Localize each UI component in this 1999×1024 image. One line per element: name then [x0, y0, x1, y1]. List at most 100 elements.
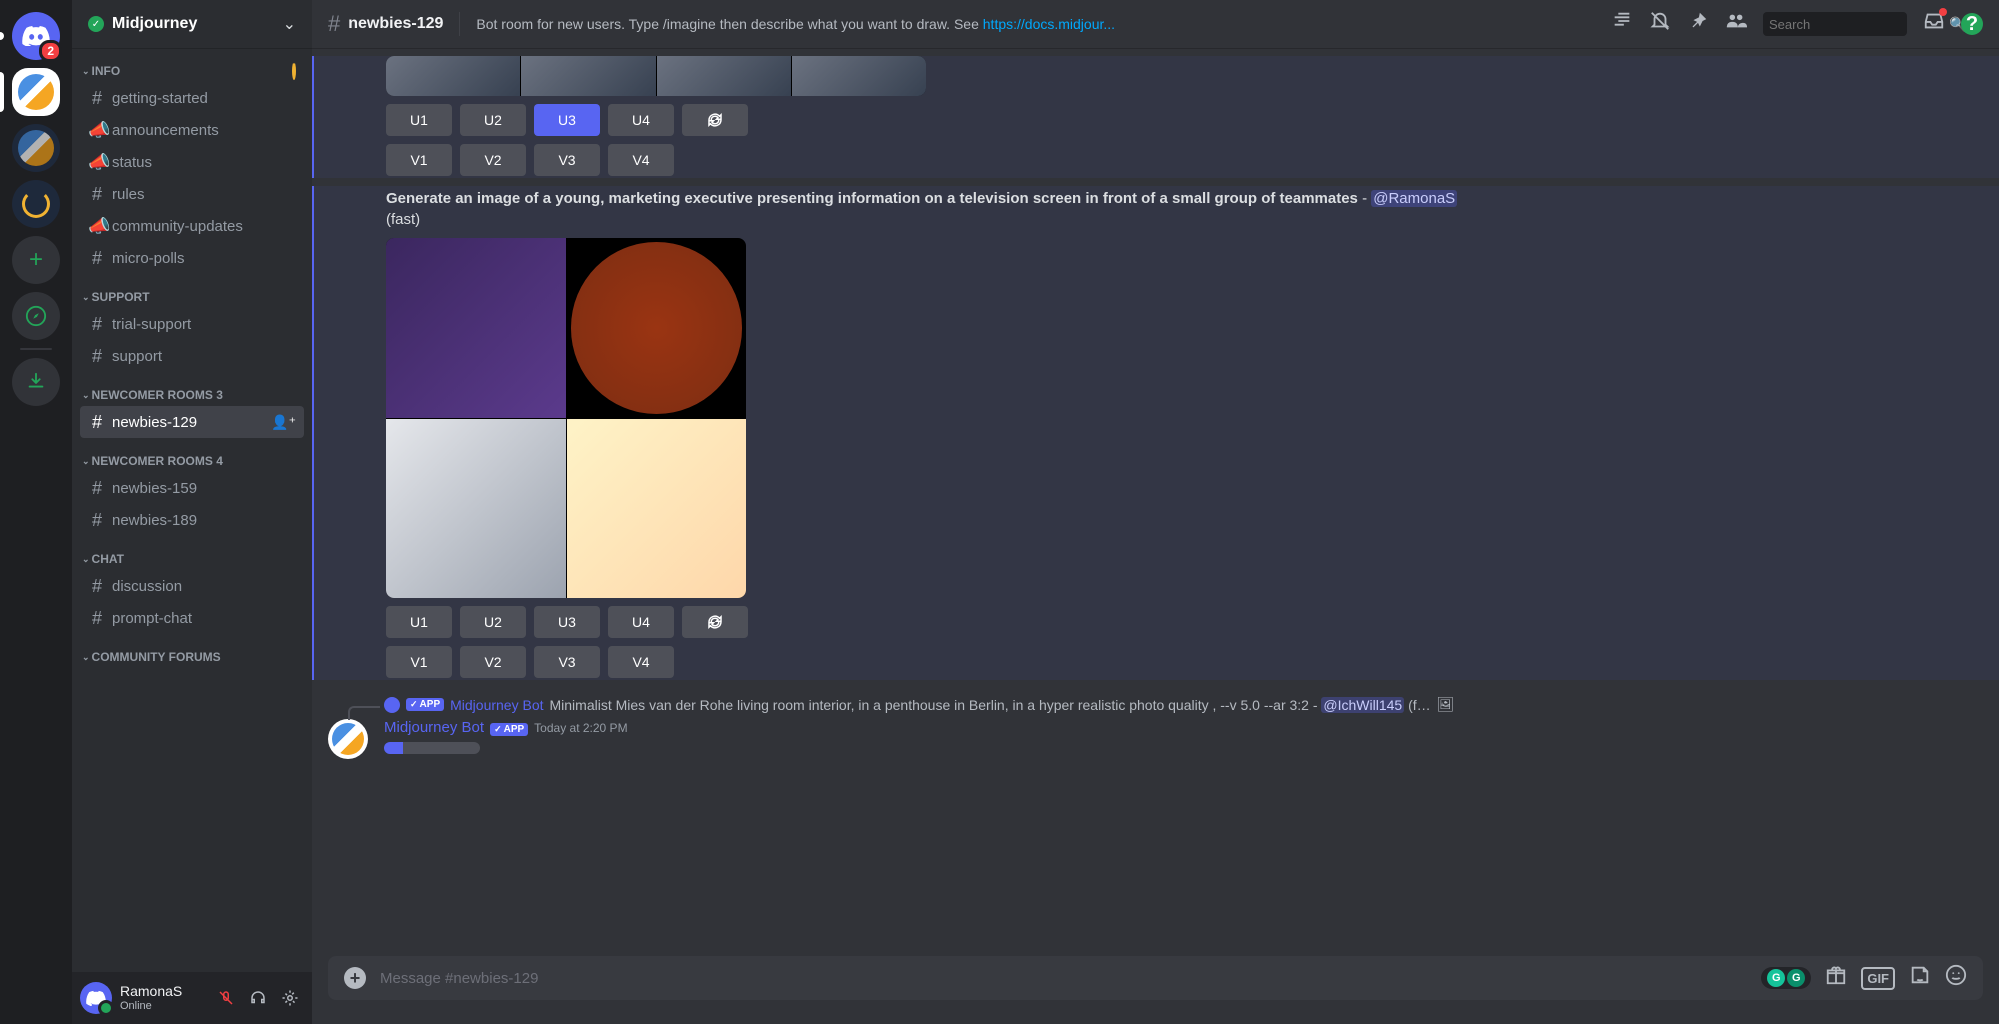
server-header[interactable]: ✓ Midjourney ⌄	[72, 0, 312, 48]
mention-ramonas[interactable]: @RamonaS	[1371, 190, 1457, 207]
user-settings-button[interactable]	[276, 984, 304, 1012]
v4-button[interactable]: V4	[608, 646, 674, 678]
generated-image-strip[interactable]	[386, 56, 926, 96]
channel-topic[interactable]: Bot room for new users. Type /imagine th…	[476, 16, 1603, 32]
v3-button[interactable]: V3	[534, 646, 600, 678]
channel-newbies-159[interactable]: #newbies-159	[80, 472, 304, 504]
gift-button[interactable]	[1825, 964, 1847, 992]
deafen-button[interactable]	[244, 984, 272, 1012]
topic-link[interactable]: https://docs.midjour...	[983, 16, 1115, 32]
server-other-2[interactable]	[12, 180, 60, 228]
user-avatar[interactable]	[80, 982, 112, 1014]
bot-avatar[interactable]	[328, 719, 368, 759]
channel-label: rules	[112, 186, 145, 203]
channel-announcements[interactable]: 📣announcements	[80, 114, 304, 146]
compass-icon	[25, 305, 47, 327]
bell-muted-icon	[1649, 10, 1671, 32]
reroll-button[interactable]	[682, 104, 748, 136]
channel-support[interactable]: #support	[80, 340, 304, 372]
channel-community-updates[interactable]: 📣community-updates	[80, 210, 304, 242]
category-newcomer-4[interactable]: ⌄NEWCOMER ROOMS 4	[80, 438, 304, 472]
gen-image-1[interactable]	[386, 238, 566, 418]
channel-trial-support[interactable]: #trial-support	[80, 308, 304, 340]
hash-lock-icon: #	[88, 510, 106, 531]
reroll-button[interactable]	[682, 606, 748, 638]
emoji-button[interactable]	[1945, 964, 1967, 992]
channel-status[interactable]: 📣status	[80, 146, 304, 178]
gif-button[interactable]: GIF	[1861, 967, 1895, 990]
category-newcomer-3[interactable]: ⌄NEWCOMER ROOMS 3	[80, 372, 304, 406]
v4-button[interactable]: V4	[608, 144, 674, 176]
image-attachment-icon: 🖼	[1437, 696, 1455, 713]
mute-button[interactable]	[212, 984, 240, 1012]
threads-button[interactable]	[1611, 10, 1633, 38]
search-box[interactable]: 🔍	[1763, 12, 1907, 36]
hash-lock-icon: #	[328, 11, 340, 37]
members-button[interactable]	[1725, 10, 1747, 38]
server-other-1[interactable]	[12, 124, 60, 172]
channel-label: discussion	[112, 578, 182, 595]
grammarly-dot-icon: G	[1787, 969, 1805, 987]
generated-image-grid[interactable]	[386, 238, 746, 598]
v2-button[interactable]: V2	[460, 144, 526, 176]
channel-label: prompt-chat	[112, 610, 192, 627]
channel-prompt-chat[interactable]: # prompt-chat	[80, 602, 304, 634]
gen-image-2[interactable]	[571, 242, 743, 414]
user-controls	[212, 984, 304, 1012]
category-community-forums[interactable]: ⌄COMMUNITY FORUMS	[80, 634, 304, 668]
v2-button[interactable]: V2	[460, 646, 526, 678]
help-button[interactable]: ?	[1961, 13, 1983, 35]
server-midjourney[interactable]	[12, 68, 60, 116]
u3-button[interactable]: U3	[534, 606, 600, 638]
category-info[interactable]: ⌄INFO	[80, 48, 304, 82]
message-author[interactable]: Midjourney Bot	[384, 719, 484, 736]
attach-button[interactable]: +	[344, 967, 366, 989]
hash-icon: #	[88, 88, 106, 109]
pinned-button[interactable]	[1687, 10, 1709, 38]
channel-newbies-129[interactable]: #newbies-129👤⁺	[80, 406, 304, 438]
inbox-button[interactable]	[1923, 10, 1945, 38]
topic-text: Bot room for new users. Type /imagine th…	[476, 16, 982, 32]
reply-author[interactable]: Midjourney Bot	[450, 697, 543, 713]
user-info[interactable]: RamonaS Online	[120, 984, 204, 1011]
u3-button[interactable]: U3	[534, 104, 600, 136]
v3-button[interactable]: V3	[534, 144, 600, 176]
midjourney-boat-icon	[18, 74, 54, 110]
channel-micro-polls[interactable]: #micro-polls	[80, 242, 304, 274]
gen-image-4[interactable]	[567, 419, 747, 599]
channel-getting-started[interactable]: #getting-started	[80, 82, 304, 114]
channel-list[interactable]: ⌄INFO #getting-started 📣announcements 📣s…	[72, 48, 312, 972]
refresh-icon	[706, 111, 724, 129]
u1-button[interactable]: U1	[386, 104, 452, 136]
channel-discussion[interactable]: #discussion	[80, 570, 304, 602]
v1-button[interactable]: V1	[386, 646, 452, 678]
channel-label: newbies-159	[112, 480, 197, 497]
category-label: NEWCOMER ROOMS 4	[92, 454, 223, 468]
u1-button[interactable]: U1	[386, 606, 452, 638]
channel-newbies-189[interactable]: #newbies-189	[80, 504, 304, 536]
channel-rules[interactable]: #rules	[80, 178, 304, 210]
grammarly-widget[interactable]: G G	[1761, 967, 1811, 989]
messages-scroll[interactable]: U1 U2 U3 U4 V1 V2 V3 V4 Generate an imag…	[312, 48, 1999, 956]
message-input[interactable]	[380, 970, 1747, 987]
v1-button[interactable]: V1	[386, 144, 452, 176]
dm-home-button[interactable]: 2	[12, 12, 60, 60]
u2-button[interactable]: U2	[460, 606, 526, 638]
category-support[interactable]: ⌄SUPPORT	[80, 274, 304, 308]
category-chat[interactable]: ⌄CHAT	[80, 536, 304, 570]
explore-servers-button[interactable]	[12, 292, 60, 340]
download-apps-button[interactable]	[12, 358, 60, 406]
add-server-button[interactable]: +	[12, 236, 60, 284]
gen-image-3[interactable]	[386, 419, 566, 599]
mention-ichwill[interactable]: @IchWill145	[1321, 697, 1404, 713]
sticker-button[interactable]	[1909, 964, 1931, 992]
invite-icon[interactable]: 👤⁺	[271, 414, 296, 431]
reply-reference[interactable]: ✓APP Midjourney Bot Minimalist Mies van …	[312, 696, 1999, 713]
notifications-button[interactable]	[1649, 10, 1671, 38]
u4-button[interactable]: U4	[608, 606, 674, 638]
hash-icon: #	[88, 608, 106, 629]
category-label: NEWCOMER ROOMS 3	[92, 388, 223, 402]
u2-button[interactable]: U2	[460, 104, 526, 136]
u4-button[interactable]: U4	[608, 104, 674, 136]
search-input[interactable]	[1769, 17, 1945, 32]
